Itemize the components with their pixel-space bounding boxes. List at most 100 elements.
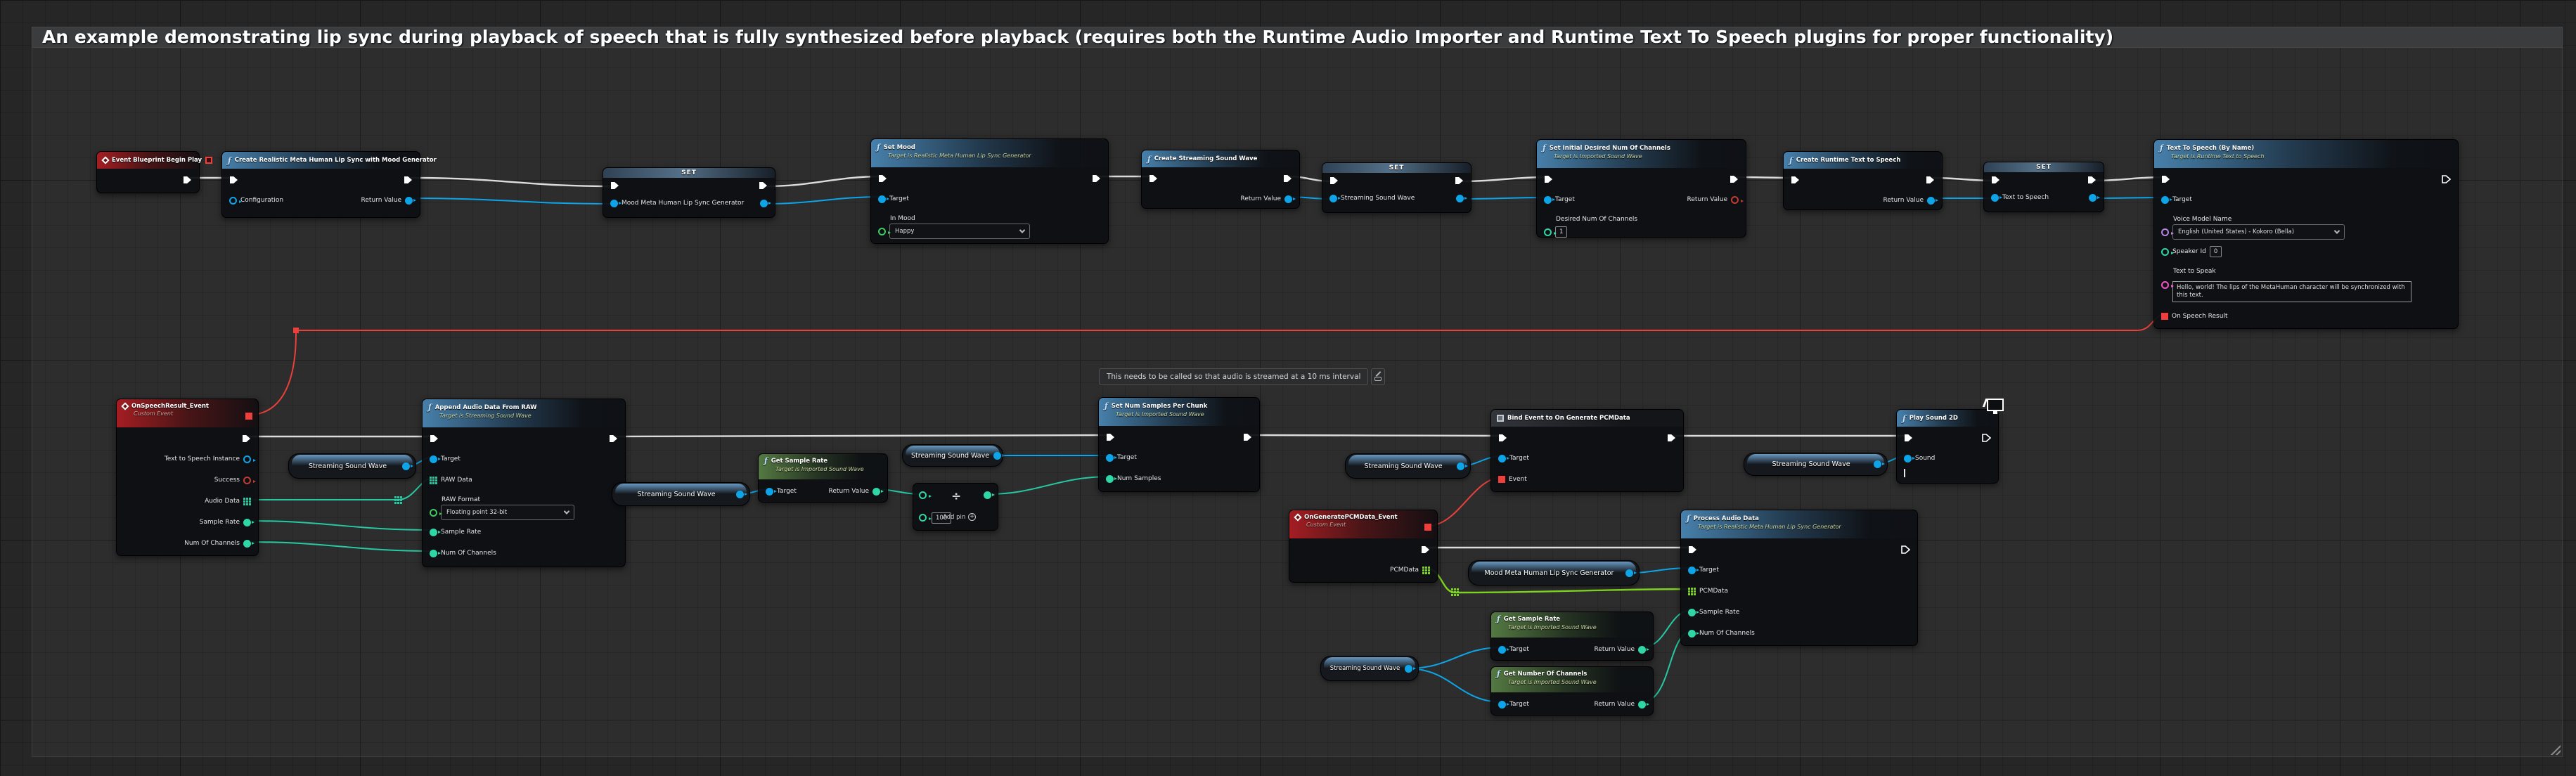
exec-in-pin[interactable] xyxy=(229,176,238,184)
exec-in-pin[interactable] xyxy=(1498,434,1507,442)
return-value-pin[interactable] xyxy=(1284,195,1292,203)
raw-data-pin[interactable] xyxy=(430,477,437,484)
node-divide[interactable]: 100 ÷ Add pin+ xyxy=(913,483,998,531)
data-wire[interactable] xyxy=(1407,668,1502,702)
exec-out-pin[interactable] xyxy=(1092,174,1101,183)
add-pin-button[interactable]: Add pin+ xyxy=(943,513,976,521)
expand-node-chevron[interactable] xyxy=(1904,469,1905,477)
value-in-pin[interactable] xyxy=(1329,195,1337,202)
delegate-pin[interactable] xyxy=(245,413,252,420)
node-set-initial-num-channels[interactable]: ƒSet Initial Desired Num Of Channels Tar… xyxy=(1536,139,1746,238)
value-out-pin[interactable] xyxy=(1457,463,1464,470)
getter-streaming-sound-wave[interactable]: Streaming Sound Wave xyxy=(1320,656,1419,681)
target-pin[interactable] xyxy=(1498,455,1506,463)
value-out-pin[interactable] xyxy=(1456,195,1464,202)
value-in-pin[interactable] xyxy=(1991,194,1999,202)
exec-in-pin[interactable] xyxy=(1791,176,1800,184)
target-pin[interactable] xyxy=(1498,646,1506,654)
divide-input-a-pin[interactable] xyxy=(919,491,927,499)
data-wire[interactable] xyxy=(1460,198,1548,199)
value-out-pin[interactable] xyxy=(2089,194,2097,202)
exec-in-pin[interactable] xyxy=(2161,175,2170,183)
exec-in-pin[interactable] xyxy=(878,174,887,183)
divide-input-b-pin[interactable] xyxy=(919,514,927,522)
value-out-pin[interactable] xyxy=(1405,665,1412,673)
in-mood-pin[interactable] xyxy=(878,228,886,235)
target-pin[interactable] xyxy=(878,195,886,203)
exec-out-pin[interactable] xyxy=(1455,176,1464,185)
reroute-pcmdata[interactable] xyxy=(1451,588,1459,596)
exec-out-pin[interactable] xyxy=(1421,545,1430,554)
num-channels-pin[interactable] xyxy=(1544,228,1552,236)
exec-in-pin[interactable] xyxy=(1544,175,1553,183)
target-pin[interactable] xyxy=(766,488,773,496)
sample-rate-pin[interactable] xyxy=(243,519,251,526)
return-value-pin[interactable] xyxy=(872,488,880,496)
node-set-num-samples-per-chunk[interactable]: ƒSet Num Samples Per Chunk Target is Imp… xyxy=(1098,397,1260,492)
pcmdata-pin[interactable] xyxy=(1688,588,1696,595)
num-channels-input[interactable]: 1 xyxy=(1555,226,1567,238)
voice-model-pin[interactable] xyxy=(2161,228,2169,236)
target-pin[interactable] xyxy=(2161,196,2169,204)
num-channels-pin[interactable] xyxy=(243,540,251,548)
exec-in-pin[interactable] xyxy=(1329,176,1339,185)
reroute-delegate[interactable] xyxy=(293,328,299,333)
value-out-pin[interactable] xyxy=(760,200,768,207)
exec-out-pin[interactable] xyxy=(759,181,768,190)
exec-in-pin[interactable] xyxy=(1904,434,1913,442)
divide-output-pin[interactable] xyxy=(984,491,991,499)
exec-out-pin[interactable] xyxy=(1901,545,1910,554)
sample-rate-pin[interactable] xyxy=(430,529,437,536)
target-pin[interactable] xyxy=(1106,454,1114,462)
exec-in-pin[interactable] xyxy=(1991,176,2000,184)
exec-out-pin[interactable] xyxy=(1243,433,1252,441)
exec-out-pin[interactable] xyxy=(609,434,618,443)
event-pin[interactable] xyxy=(1498,476,1505,483)
delegate-pin[interactable] xyxy=(205,157,212,164)
value-out-pin[interactable] xyxy=(1874,460,1881,468)
exec-out-pin[interactable] xyxy=(183,176,192,184)
getter-mood-lipsync-generator[interactable]: Mood Meta Human Lip Sync Generator xyxy=(1468,560,1640,586)
node-set-text-to-speech-var[interactable]: SET Text to Speech xyxy=(1983,162,2104,212)
configuration-pin[interactable] xyxy=(229,197,237,205)
exec-out-pin[interactable] xyxy=(2087,176,2097,184)
text-to-speak-pin[interactable] xyxy=(2161,281,2169,289)
exec-in-pin[interactable] xyxy=(430,434,439,443)
node-set-mood-generator-var[interactable]: SET Mood Meta Human Lip Sync Generator xyxy=(603,167,775,218)
node-play-sound-2d[interactable]: ƒ Play Sound 2D Sound xyxy=(1896,409,1999,484)
return-value-pin[interactable] xyxy=(1638,701,1646,709)
return-value-pin[interactable] xyxy=(1638,646,1646,654)
node-append-audio-data-from-raw[interactable]: ƒAppend Audio Data From RAW Target is St… xyxy=(422,399,626,567)
num-samples-pin[interactable] xyxy=(1106,475,1114,483)
node-text-to-speech-by-name[interactable]: ƒText To Speech (By Name) Target is Runt… xyxy=(2153,139,2459,329)
exec-wire[interactable] xyxy=(614,435,1110,436)
return-value-pin[interactable] xyxy=(1927,197,1935,205)
voice-model-dropdown[interactable]: English (United States) - Kokoro (Bella) xyxy=(2172,224,2345,240)
node-set-streaming-sound-wave-var[interactable]: SET Streaming Sound Wave xyxy=(1322,162,1471,213)
on-speech-result-pin[interactable] xyxy=(2161,313,2168,320)
exec-out-pin[interactable] xyxy=(404,176,413,184)
exec-out-pin[interactable] xyxy=(2442,175,2451,183)
node-create-lipsync-generator[interactable]: ƒ Create Realistic Meta Human Lip Sync w… xyxy=(221,151,420,218)
speaker-id-pin[interactable] xyxy=(2161,248,2169,256)
num-channels-pin[interactable] xyxy=(1688,630,1696,638)
value-out-pin[interactable] xyxy=(1625,569,1633,577)
target-pin[interactable] xyxy=(1544,196,1552,204)
data-wire[interactable] xyxy=(1455,589,1692,593)
return-value-pin[interactable] xyxy=(405,197,413,205)
node-set-mood[interactable]: ƒSet Mood Target is Realistic Meta Human… xyxy=(870,138,1109,244)
getter-streaming-sound-wave[interactable]: Streaming Sound Wave xyxy=(1744,453,1888,476)
data-wire[interactable] xyxy=(408,198,614,204)
text-to-speak-input[interactable]: Hello, world! The lips of the MetaHuman … xyxy=(2172,281,2411,303)
node-comment-bubble[interactable]: This needs to be called so that audio is… xyxy=(1099,368,1385,385)
delegate-pin[interactable] xyxy=(1424,524,1431,531)
target-pin[interactable] xyxy=(1498,701,1506,709)
success-pin[interactable] xyxy=(243,477,251,484)
data-wire[interactable] xyxy=(988,477,1110,494)
num-channels-pin[interactable] xyxy=(430,550,437,557)
tts-instance-pin[interactable] xyxy=(243,455,251,463)
node-create-runtime-tts[interactable]: ƒ Create Runtime Text to Speech Return V… xyxy=(1783,151,1943,210)
value-out-pin[interactable] xyxy=(993,452,1001,460)
value-out-pin[interactable] xyxy=(736,491,744,498)
data-wire[interactable] xyxy=(247,521,434,530)
